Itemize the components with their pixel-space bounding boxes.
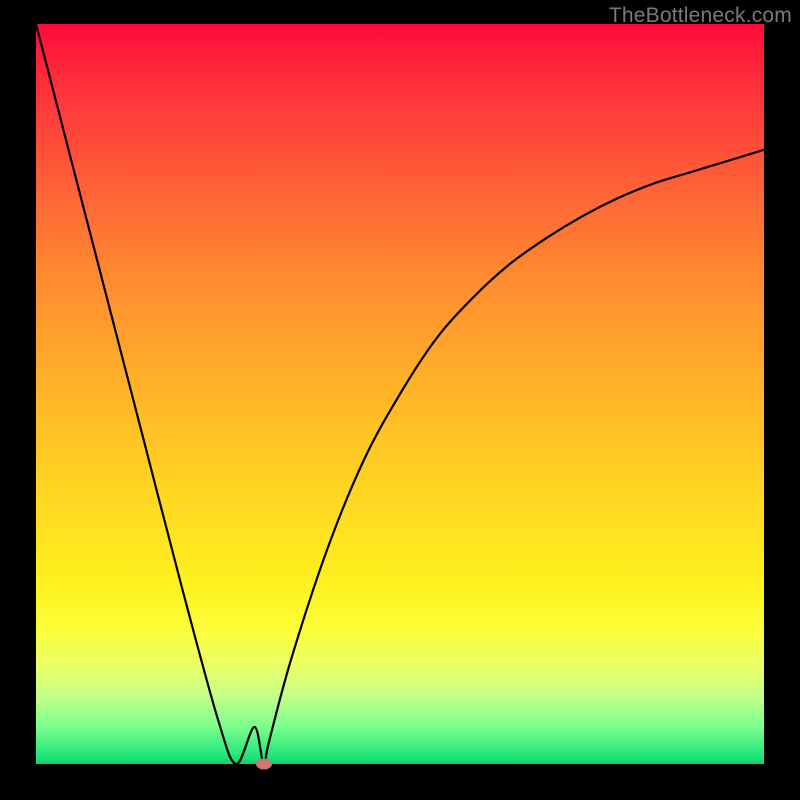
chart-frame: TheBottleneck.com [0,0,800,800]
optimal-point-marker [256,759,272,770]
bottleneck-curve [36,24,764,764]
watermark-text: TheBottleneck.com [609,4,792,28]
plot-area [36,24,764,764]
